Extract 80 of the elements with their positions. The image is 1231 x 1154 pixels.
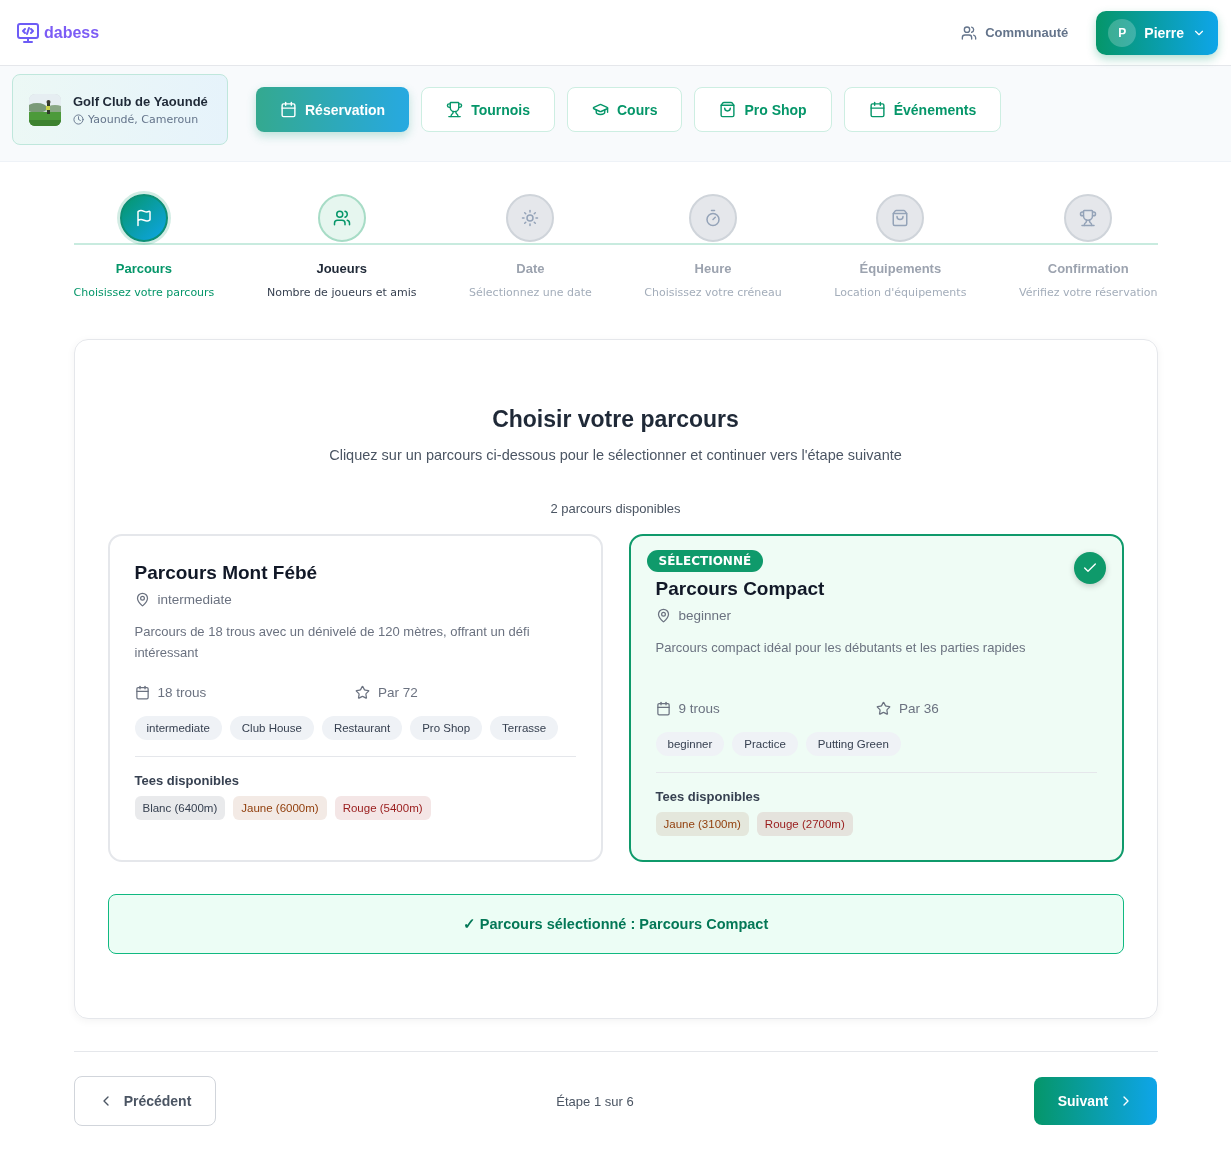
- user-menu-button[interactable]: P Pierre: [1096, 10, 1218, 55]
- step-title: Équipements: [859, 261, 942, 276]
- tees-label: Tees disponibles: [655, 789, 761, 804]
- shopping-bag-icon: [719, 101, 737, 118]
- sun-icon: [521, 209, 540, 227]
- course-level: intermediate: [157, 592, 232, 607]
- course-level: beginner: [678, 608, 732, 623]
- calendar-icon: [280, 101, 297, 118]
- star-icon: [355, 685, 370, 700]
- check-icon: [1073, 552, 1106, 584]
- previous-button[interactable]: Précédent: [73, 1076, 216, 1126]
- step-subtitle: Choisissez votre parcours: [73, 286, 215, 299]
- course-count: 2 parcours disponibles: [550, 501, 681, 516]
- star-icon: [876, 701, 891, 716]
- course-name: Parcours Mont Fébé: [134, 562, 319, 584]
- feature-tag: Practice: [732, 732, 798, 756]
- tees-label: Tees disponibles: [134, 773, 240, 788]
- tee-tag: Rouge (2700m): [756, 812, 853, 836]
- step-indicator: Étape 1 sur 6: [556, 1093, 634, 1109]
- community-link[interactable]: Communauté: [961, 24, 1069, 41]
- course-card[interactable]: [107, 534, 603, 862]
- selection-confirmation: ✓ Parcours sélectionné : Parcours Compact: [107, 894, 1124, 954]
- trophy-icon: [446, 101, 464, 118]
- nav-tab[interactable]: Pro Shop: [694, 87, 832, 132]
- panel-title: Choisir votre parcours: [492, 406, 739, 433]
- calendar-icon: [134, 685, 150, 700]
- feature-tag: Restaurant: [321, 716, 403, 740]
- stopwatch-icon: [704, 209, 723, 227]
- selected-badge: SÉLECTIONNÉ: [646, 550, 764, 572]
- feature-tag: Pro Shop: [410, 716, 483, 740]
- nav-tab[interactable]: Événements: [843, 87, 1002, 132]
- step-subtitle: Choisissez votre créneau: [644, 286, 782, 299]
- step-title: Date: [516, 261, 545, 276]
- step-subtitle: Nombre de joueurs et amis: [266, 286, 417, 299]
- users-icon: [961, 24, 978, 41]
- map-pin-icon: [655, 608, 671, 623]
- flag-icon: [134, 209, 153, 227]
- logo-text[interactable]: dabess: [44, 23, 100, 42]
- tee-tag: Jaune (6000m): [233, 796, 327, 820]
- graduation-cap-icon: [592, 101, 609, 118]
- nav-tab[interactable]: Tournois: [421, 87, 555, 132]
- feature-tag: Club House: [229, 716, 314, 740]
- step-subtitle: Vérifiez votre réservation: [1019, 286, 1158, 299]
- calendar-icon: [655, 701, 671, 716]
- step-title: Joueurs: [316, 261, 367, 276]
- holes-count: 18 trous: [157, 685, 207, 700]
- step-title: Confirmation: [1047, 261, 1129, 276]
- feature-tag: intermediate: [134, 716, 222, 740]
- nav-tab[interactable]: Réservation: [256, 87, 410, 132]
- step-title: Heure: [694, 261, 732, 276]
- user-avatar: P: [1108, 18, 1137, 47]
- users-icon: [332, 209, 351, 227]
- step-title: Parcours: [115, 261, 173, 276]
- step-subtitle: Location d'équipements: [834, 286, 967, 299]
- course-description: Parcours compact idéal pour les débutants et les parties rapides: [655, 639, 1027, 657]
- feature-tag: Putting Green: [805, 732, 901, 756]
- trophy-icon: [1079, 209, 1098, 227]
- tee-tag: Blanc (6400m): [134, 796, 226, 820]
- calendar-icon: [868, 101, 886, 118]
- monitor-code-icon: [16, 20, 40, 45]
- panel-subtitle: Cliquez sur un parcours ci-dessous pour le sélectionner et continuer vers l'étape suivante: [329, 447, 902, 463]
- step-circle[interactable]: [119, 194, 168, 242]
- course-card[interactable]: SÉLECTIONNÉ Parcours Compact beginner Parcours compact idéal pour les débutants et les parties rapides 9 trous Par 36 beginner Practice Putting Green Tees disponibles Jaune (3100m) Rouge (2700m): [628, 534, 1124, 862]
- tee-tag: Rouge (5400m): [334, 796, 431, 820]
- holes-count: 9 trous: [678, 701, 720, 716]
- feature-tag: beginner: [655, 732, 725, 756]
- step-subtitle: Sélectionnez une date: [469, 286, 592, 299]
- next-button[interactable]: Suivant: [1034, 1077, 1158, 1125]
- par-value: Par 72: [378, 685, 418, 700]
- course-description: Parcours de 18 trous avec un dénivelé de 120 mètres, offrant un défi intéressant: [134, 623, 531, 662]
- map-pin-icon: [134, 592, 150, 607]
- tee-tag: Jaune (3100m): [655, 812, 749, 836]
- shopping-bag-icon: [891, 209, 910, 227]
- par-value: Par 36: [899, 701, 939, 716]
- course-name: Parcours Compact: [655, 578, 826, 600]
- feature-tag: Terrasse: [490, 716, 559, 740]
- club-name: Golf Club de Yaoundé: [73, 93, 208, 109]
- nav-tab[interactable]: Cours: [567, 87, 683, 132]
- clock-icon: [73, 113, 84, 125]
- club-location: Yaoundé, Cameroun: [73, 112, 208, 126]
